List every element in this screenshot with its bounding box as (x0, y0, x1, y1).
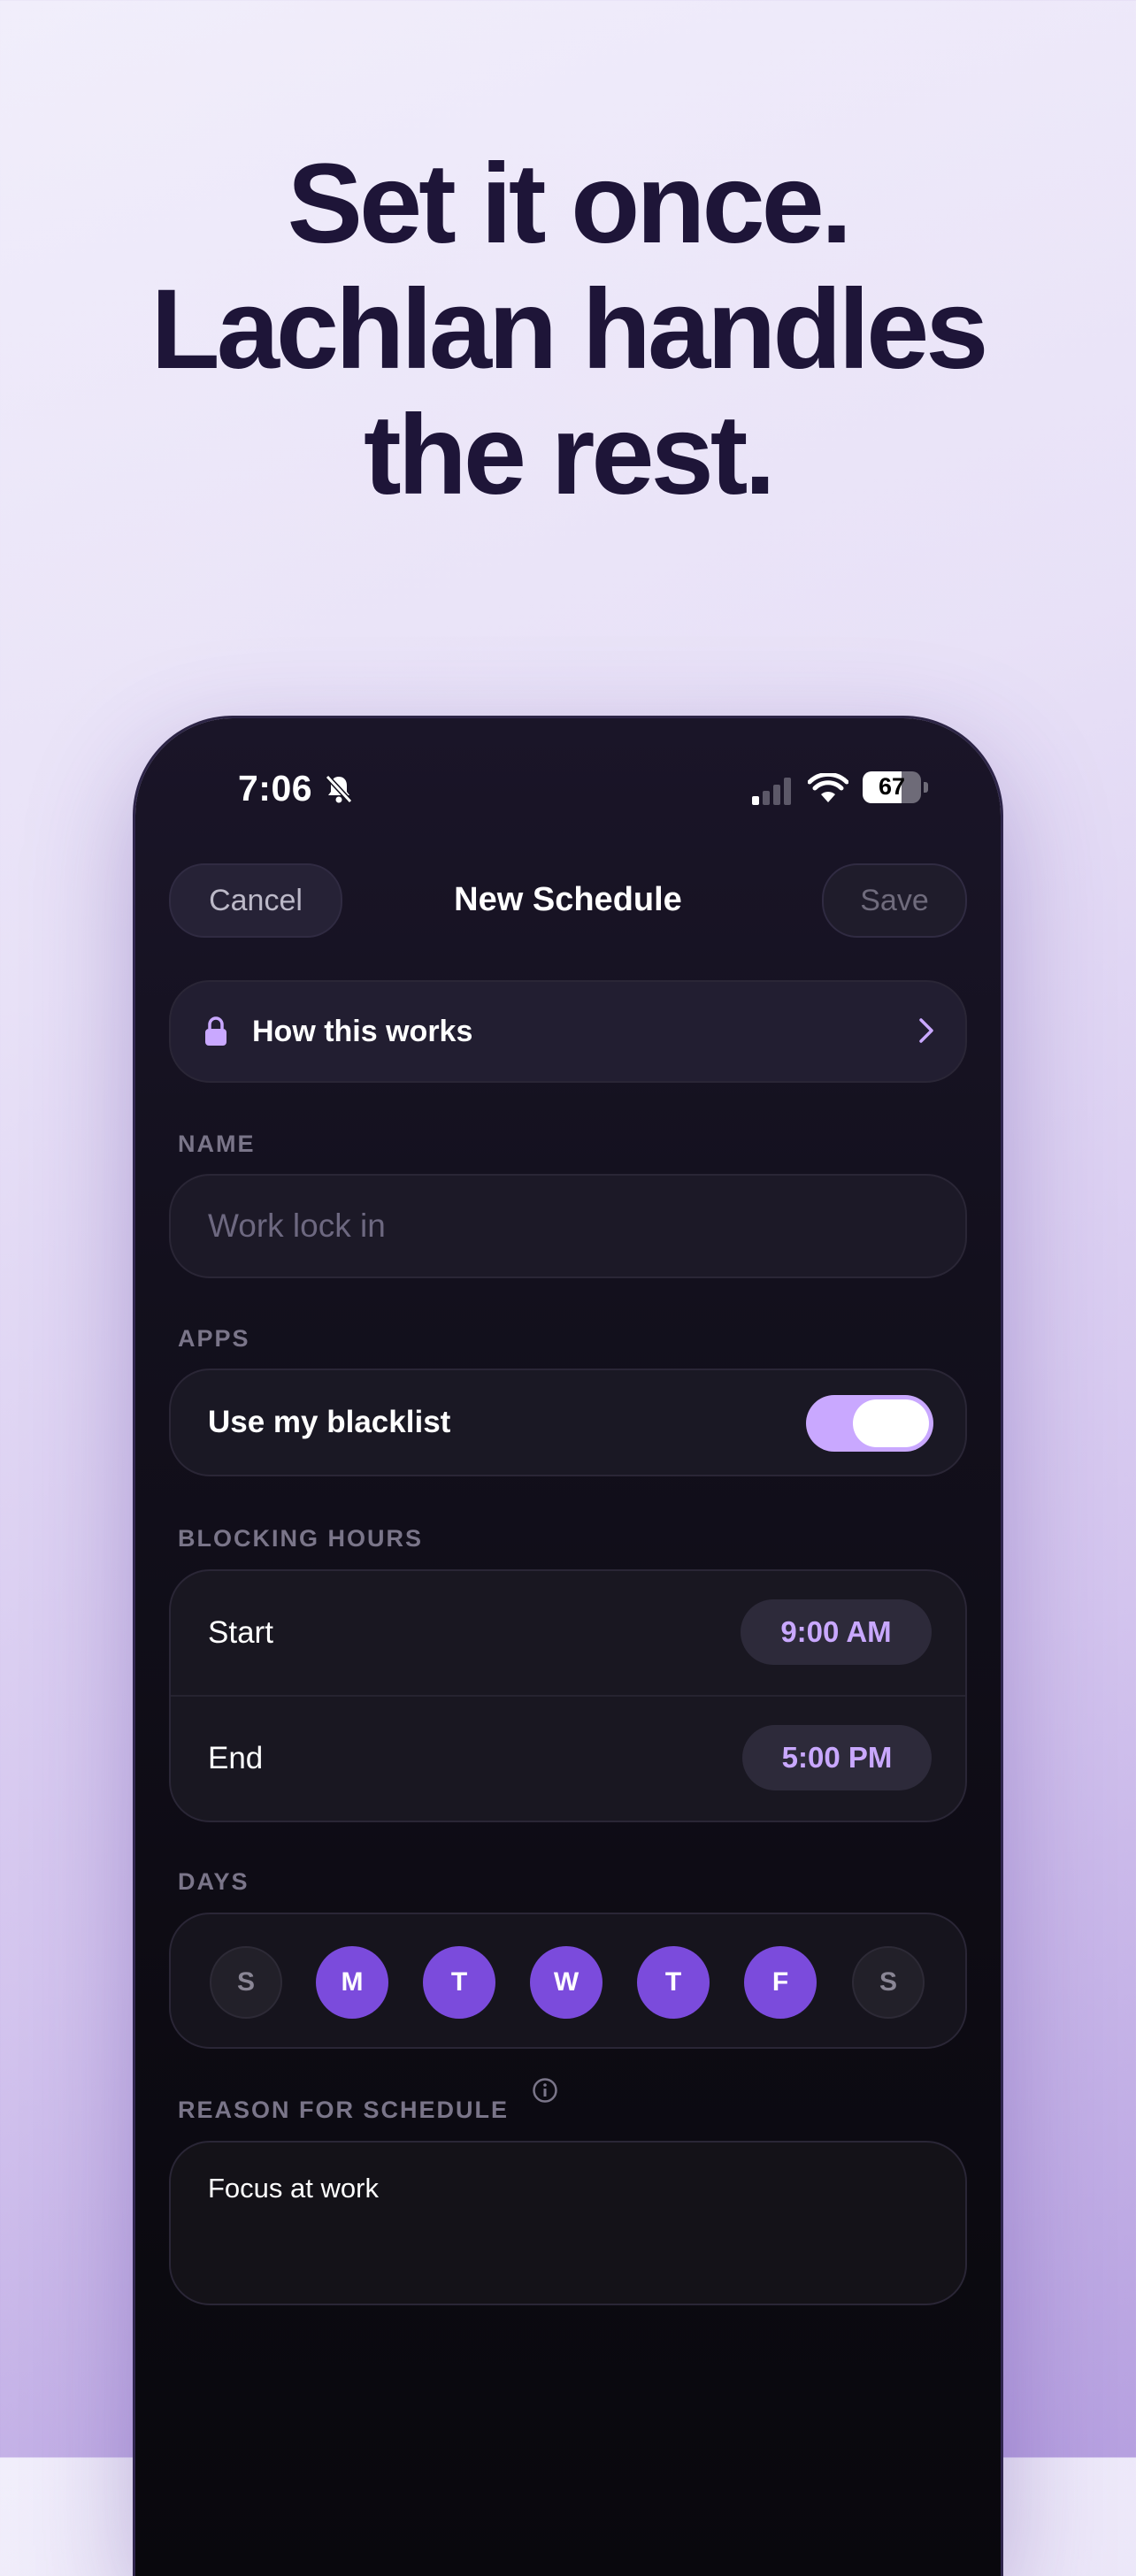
headline: Set it once. Lachlan handles the rest. (0, 142, 1136, 518)
day-wednesday[interactable]: W (530, 1946, 603, 2019)
toggle-knob (853, 1399, 929, 1447)
day-tuesday[interactable]: T (423, 1946, 495, 2019)
bell-slash-icon (325, 774, 353, 804)
days-selector: S M T W T F S (169, 1913, 967, 2049)
blacklist-row: Use my blacklist (169, 1368, 967, 1476)
blacklist-toggle[interactable] (806, 1395, 933, 1452)
chevron-right-icon (919, 1018, 933, 1043)
battery-level: 67 (878, 773, 906, 800)
name-section-label: NAME (178, 1131, 256, 1157)
headline-line-3: the rest. (364, 392, 776, 518)
day-sunday[interactable]: S (210, 1946, 282, 2019)
apps-section-label: APPS (178, 1325, 250, 1352)
days-section-label: DAYS (178, 1868, 249, 1895)
blacklist-label: Use my blacklist (208, 1405, 451, 1439)
end-time-picker[interactable]: 5:00 PM (742, 1725, 932, 1790)
info-icon[interactable] (532, 2077, 558, 2104)
day-friday[interactable]: F (744, 1946, 817, 2019)
start-label: Start (208, 1615, 273, 1650)
end-row: End 5:00 PM (171, 1697, 965, 1821)
headline-line-2: Lachlan handles (150, 266, 989, 393)
save-button[interactable]: Save (822, 863, 967, 938)
battery-icon: 67 (863, 771, 930, 805)
end-label: End (208, 1741, 264, 1775)
wifi-icon (808, 773, 848, 802)
headline-line-1: Set it once. (287, 141, 853, 267)
day-monday[interactable]: M (316, 1946, 388, 2019)
start-row: Start 9:00 AM (171, 1571, 965, 1695)
reason-section-label: REASON FOR SCHEDULE (178, 2097, 510, 2123)
phone-screen: 7:06 67 Cancel New Schedule Save How thi… (135, 718, 1001, 2576)
blocking-hours-card: Start 9:00 AM End 5:00 PM (169, 1569, 967, 1822)
status-time: 7:06 (238, 768, 313, 809)
how-this-works-row[interactable]: How this works (169, 980, 967, 1083)
status-bar: 7:06 67 (135, 754, 1001, 824)
how-this-works-label: How this works (252, 1014, 473, 1048)
reason-text: Focus at work (208, 2173, 379, 2204)
name-input-placeholder: Work lock in (208, 1208, 386, 1244)
name-input[interactable]: Work lock in (169, 1174, 967, 1278)
navigation-bar: Cancel New Schedule Save (135, 863, 1001, 938)
start-time-picker[interactable]: 9:00 AM (741, 1599, 932, 1665)
cellular-signal-icon (752, 778, 791, 805)
day-thursday[interactable]: T (637, 1946, 710, 2019)
lock-icon (205, 1016, 226, 1046)
reason-textarea[interactable]: Focus at work (169, 2141, 967, 2305)
day-saturday[interactable]: S (852, 1946, 925, 2019)
blocking-hours-section-label: BLOCKING HOURS (178, 1525, 423, 1552)
